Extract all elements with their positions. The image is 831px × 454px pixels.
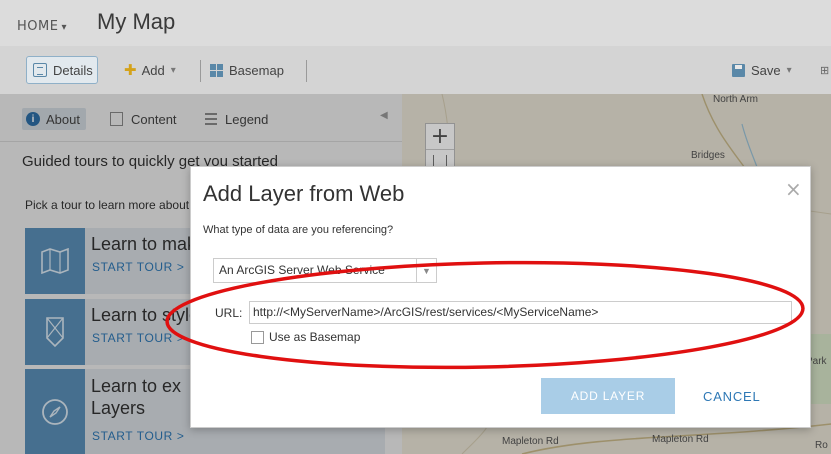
basemap-grid-icon xyxy=(210,63,223,77)
add-label: Add xyxy=(141,62,165,78)
home-menu[interactable]: HOME ▾ xyxy=(17,19,67,34)
toolbar-divider xyxy=(200,60,201,82)
toolbar: Details ✚ Add ▾ Basemap Save ▾ ⊞ xyxy=(0,46,831,94)
use-as-basemap-checkbox[interactable]: Use as Basemap xyxy=(251,330,360,344)
save-icon xyxy=(732,63,745,77)
map-title: My Map xyxy=(97,9,176,34)
use-as-basemap-label: Use as Basemap xyxy=(269,330,361,344)
chevron-down-icon: ▾ xyxy=(170,64,176,76)
add-button[interactable]: ✚ Add ▾ xyxy=(124,56,176,84)
save-label: Save xyxy=(751,62,781,78)
basemap-label: Basemap xyxy=(229,62,284,78)
chevron-down-icon: ▾ xyxy=(61,22,67,33)
data-type-value: An ArcGIS Server Web Service xyxy=(219,263,385,277)
save-button[interactable]: Save ▾ xyxy=(732,56,792,84)
details-label: Details xyxy=(53,62,93,78)
data-type-question: What type of data are you referencing? xyxy=(203,224,394,236)
cancel-button[interactable]: CANCEL xyxy=(703,389,761,404)
url-input[interactable]: http://<MyServerName>/ArcGIS/rest/servic… xyxy=(249,301,792,324)
close-icon[interactable]: × xyxy=(785,177,802,201)
add-layer-button[interactable]: ADD LAYER xyxy=(541,378,675,414)
url-label: URL: xyxy=(215,306,243,320)
home-label[interactable]: HOME xyxy=(17,19,58,34)
dialog-title: Add Layer from Web xyxy=(203,181,405,206)
details-icon xyxy=(33,63,47,77)
basemap-button[interactable]: Basemap xyxy=(210,56,284,84)
chevron-down-icon: ▾ xyxy=(786,64,792,76)
data-type-select[interactable]: An ArcGIS Server Web Service ▼ xyxy=(213,258,437,283)
app-header: HOME ▾ My Map xyxy=(0,0,831,46)
checkbox-box[interactable] xyxy=(251,330,264,344)
add-layer-icon: ✚ xyxy=(124,62,137,79)
add-layer-dialog: Add Layer from Web × What type of data a… xyxy=(190,166,811,428)
more-icon[interactable]: ⊞ xyxy=(820,56,829,84)
chevron-down-icon: ▼ xyxy=(416,259,436,282)
details-button[interactable]: Details xyxy=(26,56,98,84)
toolbar-divider xyxy=(306,60,307,82)
